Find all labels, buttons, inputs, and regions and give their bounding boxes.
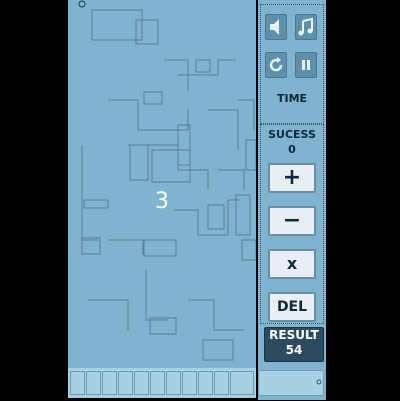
- tray-slot[interactable]: [166, 371, 181, 395]
- pause-icon: [302, 60, 310, 70]
- plus-button[interactable]: +: [268, 163, 316, 193]
- tray-slot[interactable]: [214, 371, 229, 395]
- delete-button[interactable]: DEL: [268, 292, 316, 322]
- success-count: 0: [288, 143, 296, 156]
- tray-slot[interactable]: [70, 371, 85, 395]
- result-value: 54: [285, 343, 303, 357]
- speaker-icon: [270, 19, 279, 35]
- success-label: SUCESS: [268, 128, 316, 141]
- current-number: 3: [155, 189, 169, 214]
- tray-slot[interactable]: [102, 371, 117, 395]
- tray-slot[interactable]: [230, 371, 254, 395]
- multiply-button[interactable]: x: [268, 249, 316, 279]
- game-board[interactable]: 3: [68, 0, 256, 368]
- tray-slot[interactable]: [118, 371, 133, 395]
- music-note-icon: [298, 17, 313, 36]
- refresh-icon: [269, 57, 283, 72]
- result-display: RESULT 54: [264, 327, 324, 362]
- tray-slot[interactable]: [198, 371, 213, 395]
- tray-slot[interactable]: [86, 371, 101, 395]
- sound-toggle-button[interactable]: [265, 14, 287, 40]
- answer-slot[interactable]: [258, 370, 324, 396]
- music-toggle-button[interactable]: [295, 14, 317, 40]
- result-label: RESULT: [269, 328, 319, 342]
- tray-slot[interactable]: [134, 371, 149, 395]
- pause-button[interactable]: [295, 52, 317, 78]
- time-label: TIME: [276, 92, 308, 105]
- restart-button[interactable]: [265, 52, 287, 78]
- control-panel: TIME SUCESS 0 + − x DEL RESULT 54: [258, 0, 326, 400]
- number-tray: [68, 368, 256, 398]
- tray-slot[interactable]: [150, 371, 165, 395]
- dot-icon: [316, 379, 322, 385]
- tray-slot[interactable]: [182, 371, 197, 395]
- minus-button[interactable]: −: [268, 206, 316, 236]
